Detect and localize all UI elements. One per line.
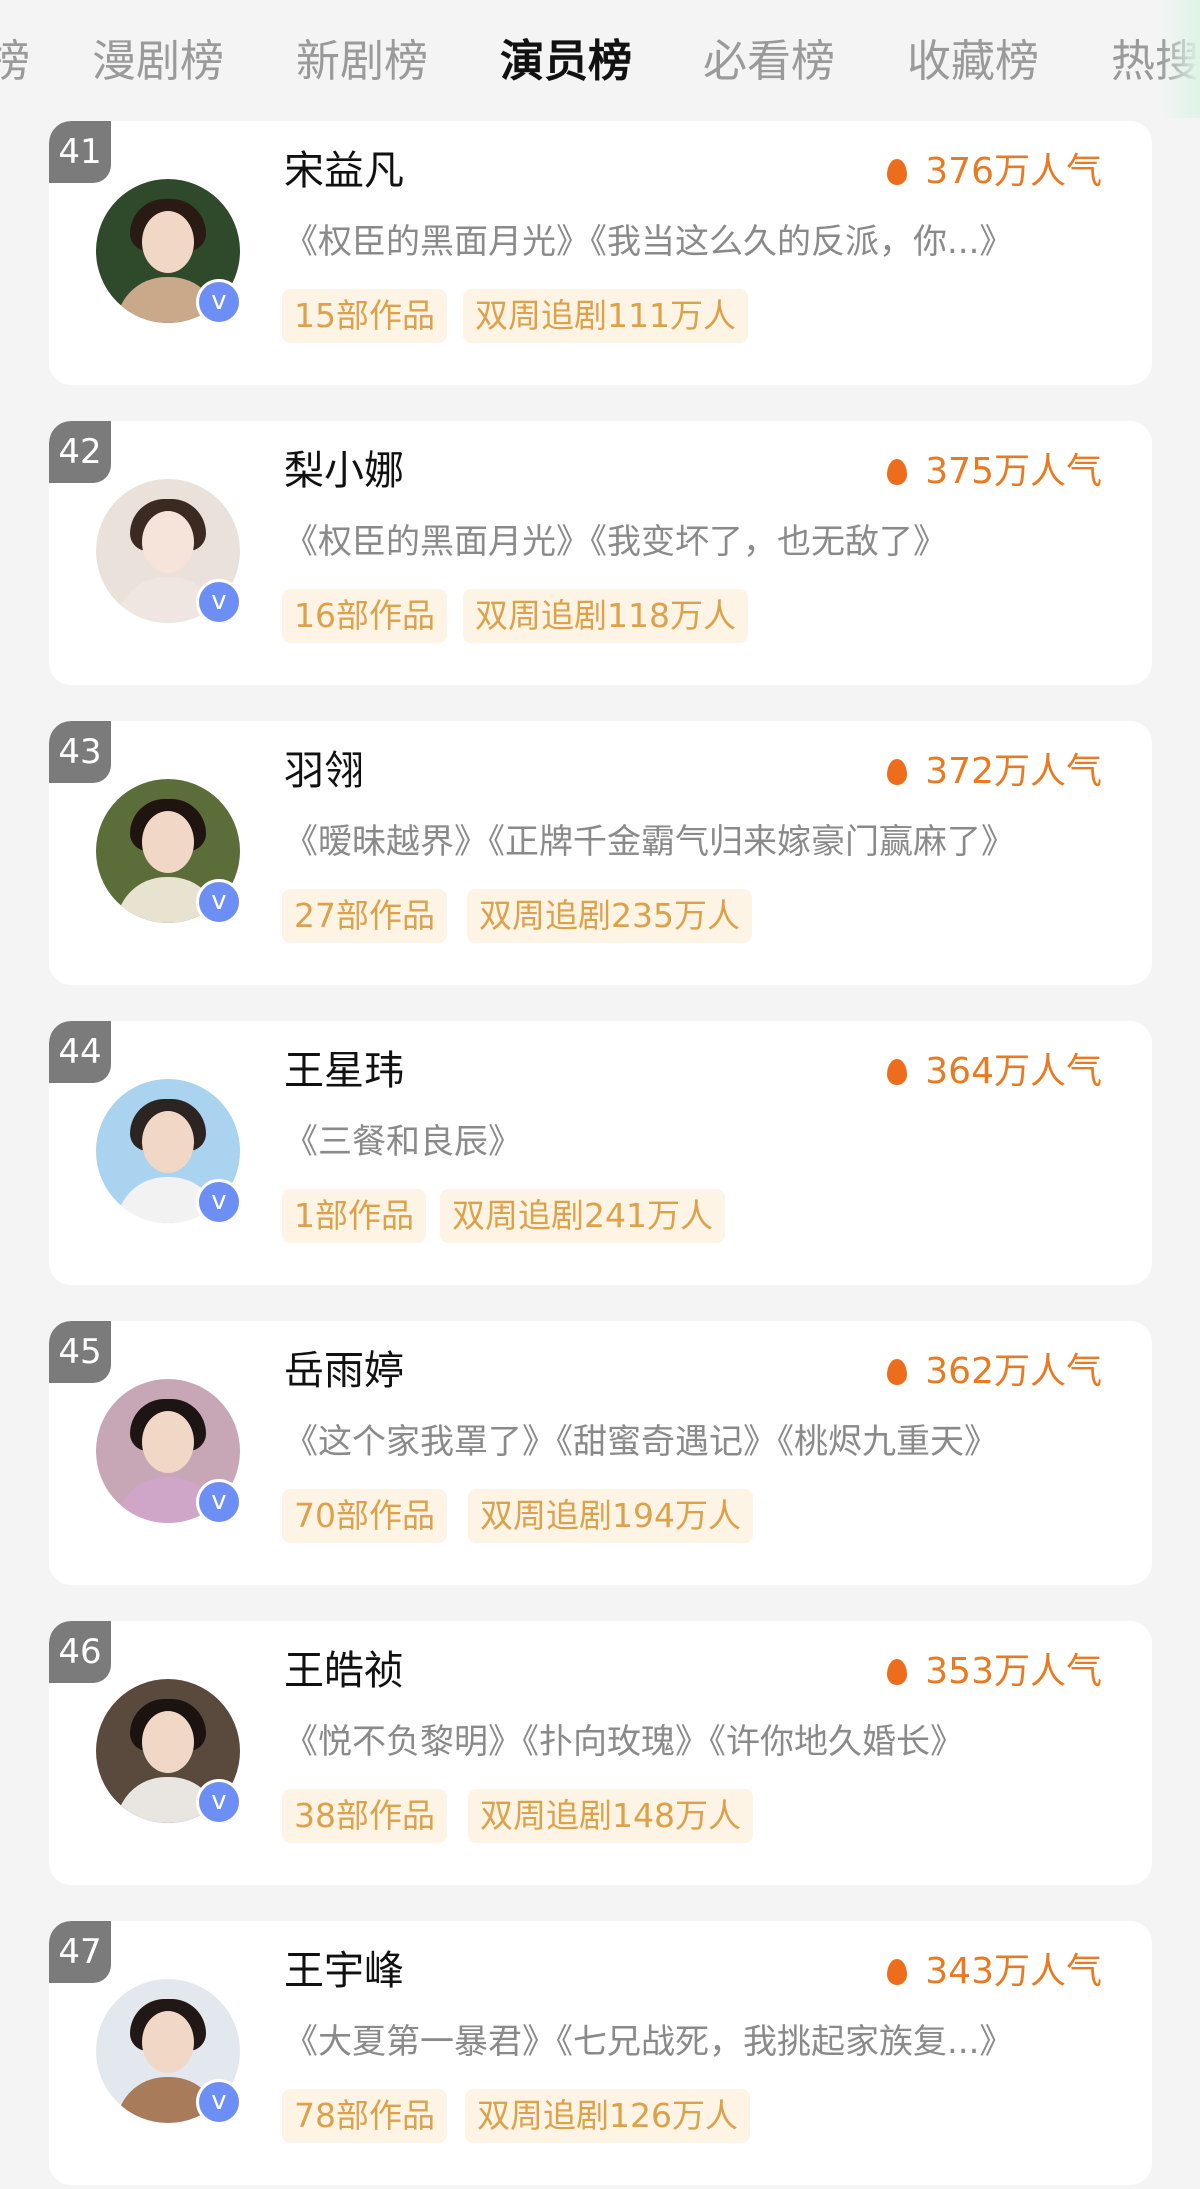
actor-card[interactable]: 46 v 王皓祯 353万人气 《悦不负黎明》《扑向玫瑰》《许你地久婚长》 38… — [49, 1621, 1152, 1885]
popularity: 353万人气 — [887, 1647, 1102, 1697]
rank-badge: 44 — [49, 1021, 111, 1083]
works-count-tag: 38部作品 — [282, 1789, 447, 1843]
fire-icon — [887, 759, 908, 785]
popularity-value: 364万人气 — [925, 1051, 1102, 1092]
works-count-tag: 78部作品 — [282, 2089, 447, 2143]
popularity: 375万人气 — [887, 447, 1102, 497]
verified-icon: v — [196, 1479, 242, 1525]
verified-icon: v — [196, 2079, 242, 2125]
works-count-tag: 1部作品 — [282, 1189, 426, 1243]
tab-manju[interactable]: 漫剧榜 — [92, 30, 224, 94]
rank-badge: 47 — [49, 1921, 111, 1983]
works-count-tag: 16部作品 — [282, 589, 447, 643]
fire-icon — [887, 459, 908, 485]
works-list: 《暧昧越界》《正牌千金霸气归来嫁豪门赢麻了》 — [284, 822, 1015, 862]
popularity-value: 372万人气 — [925, 751, 1102, 792]
popularity-value: 362万人气 — [925, 1351, 1102, 1392]
verified-icon: v — [196, 1779, 242, 1825]
works-list: 《三餐和良辰》 — [284, 1122, 522, 1162]
follow-count-tag: 双周追剧148万人 — [468, 1789, 753, 1843]
works-list: 《权臣的黑面月光》《我当这么久的反派，你...》 — [284, 222, 1014, 262]
works-list: 《权臣的黑面月光》《我变坏了，也无敌了》 — [284, 522, 947, 562]
verified-icon: v — [196, 1179, 242, 1225]
follow-count-tag: 双周追剧241万人 — [440, 1189, 725, 1243]
follow-count-tag: 双周追剧126万人 — [465, 2089, 750, 2143]
popularity: 372万人气 — [887, 747, 1102, 797]
actor-card[interactable]: 47 v 王宇峰 343万人气 《大夏第一暴君》《七兄战死，我挑起家族复...》… — [49, 1921, 1152, 2185]
actor-name[interactable]: 王宇峰 — [284, 1943, 404, 1999]
popularity: 343万人气 — [887, 1947, 1102, 1997]
popularity-value: 343万人气 — [925, 1951, 1102, 1992]
fire-icon — [887, 1359, 908, 1385]
follow-count-tag: 双周追剧235万人 — [467, 889, 752, 943]
actor-name[interactable]: 梨小娜 — [284, 443, 404, 499]
fire-icon — [887, 1059, 908, 1085]
avatar[interactable]: v — [96, 1379, 242, 1525]
tab-must-watch[interactable]: 必看榜 — [703, 30, 835, 94]
tab-new-drama[interactable]: 新剧榜 — [296, 30, 428, 94]
avatar[interactable]: v — [96, 1979, 242, 2125]
actor-name[interactable]: 羽翎 — [284, 743, 364, 799]
popularity: 376万人气 — [887, 147, 1102, 197]
fire-icon — [887, 1659, 908, 1685]
verified-icon: v — [196, 579, 242, 625]
works-list: 《大夏第一暴君》《七兄战死，我挑起家族复...》 — [284, 2022, 1014, 2062]
actor-card[interactable]: 42 v 梨小娜 375万人气 《权臣的黑面月光》《我变坏了，也无敌了》 16部… — [49, 421, 1152, 685]
popularity-value: 376万人气 — [925, 151, 1102, 192]
actor-card[interactable]: 41 v 宋益凡 376万人气 《权臣的黑面月光》《我当这么久的反派，你...》… — [49, 121, 1152, 385]
follow-count-tag: 双周追剧118万人 — [463, 589, 748, 643]
works-count-tag: 15部作品 — [282, 289, 447, 343]
verified-icon: v — [196, 879, 242, 925]
rank-badge: 46 — [49, 1621, 111, 1683]
avatar[interactable]: v — [96, 779, 242, 925]
works-list: 《悦不负黎明》《扑向玫瑰》《许你地久婚长》 — [284, 1722, 964, 1762]
avatar[interactable]: v — [96, 1679, 242, 1825]
actor-name[interactable]: 王星玮 — [284, 1043, 404, 1099]
rank-badge: 41 — [49, 121, 111, 183]
tab-bar-fade — [1160, 0, 1200, 118]
actor-name[interactable]: 岳雨婷 — [284, 1343, 404, 1399]
popularity-value: 375万人气 — [925, 451, 1102, 492]
popularity: 364万人气 — [887, 1047, 1102, 1097]
verified-icon: v — [196, 279, 242, 325]
rank-badge: 42 — [49, 421, 111, 483]
popularity-value: 353万人气 — [925, 1651, 1102, 1692]
rank-badge: 43 — [49, 721, 111, 783]
avatar[interactable]: v — [96, 179, 242, 325]
ranking-tab-bar: 榜 漫剧榜 新剧榜 演员榜 必看榜 收藏榜 热搜 — [0, 0, 1200, 118]
actor-card[interactable]: 44 v 王星玮 364万人气 《三餐和良辰》 1部作品 双周追剧241万人 — [49, 1021, 1152, 1285]
works-list: 《这个家我罩了》《甜蜜奇遇记》《桃烬九重天》 — [284, 1422, 998, 1462]
actor-name[interactable]: 宋益凡 — [284, 143, 404, 199]
fire-icon — [887, 1959, 908, 1985]
tab-actors[interactable]: 演员榜 — [500, 30, 632, 94]
follow-count-tag: 双周追剧111万人 — [463, 289, 748, 343]
rank-badge: 45 — [49, 1321, 111, 1383]
fire-icon — [887, 159, 908, 185]
works-count-tag: 70部作品 — [282, 1489, 447, 1543]
avatar[interactable]: v — [96, 479, 242, 625]
popularity: 362万人气 — [887, 1347, 1102, 1397]
actor-name[interactable]: 王皓祯 — [284, 1643, 404, 1699]
actor-card[interactable]: 45 v 岳雨婷 362万人气 《这个家我罩了》《甜蜜奇遇记》《桃烬九重天》 7… — [49, 1321, 1152, 1585]
works-count-tag: 27部作品 — [282, 889, 447, 943]
tab-partial-left[interactable]: 榜 — [0, 30, 30, 94]
follow-count-tag: 双周追剧194万人 — [468, 1489, 753, 1543]
actor-card[interactable]: 43 v 羽翎 372万人气 《暧昧越界》《正牌千金霸气归来嫁豪门赢麻了》 27… — [49, 721, 1152, 985]
tab-favorites[interactable]: 收藏榜 — [907, 30, 1039, 94]
avatar[interactable]: v — [96, 1079, 242, 1225]
